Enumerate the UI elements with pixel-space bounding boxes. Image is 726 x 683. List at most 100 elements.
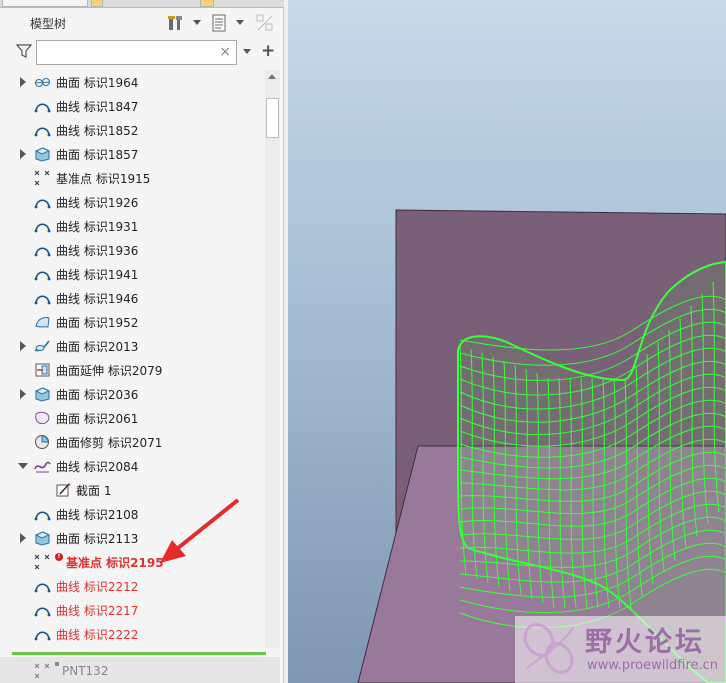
tab-model-tree[interactable] [2,0,88,7]
sketch-curve-icon [34,461,51,473]
datum-point-icon [34,554,50,570]
extend-icon [35,363,50,377]
filter-dropdown-caret-icon[interactable] [243,49,251,54]
tree-item[interactable]: ! 基准点 标识2195 [0,550,266,574]
tree-scrollbar[interactable] [265,70,280,648]
scroll-up-icon[interactable] [268,74,276,79]
solid-surface-icon [34,147,51,162]
search-input[interactable] [41,44,211,62]
expand-arrow-icon[interactable] [20,149,26,159]
scroll-thumb[interactable] [266,98,279,138]
search-box: × [36,40,237,65]
tree-item-label: 曲面修剪 标识2071 [56,436,163,450]
tree-item-label: 曲线 标识1852 [56,124,139,138]
tree-item-label: PNT132 [62,664,109,678]
add-icon[interactable]: + [261,41,275,61]
panel-title: 模型树 [30,17,67,31]
tree-item-label: 曲线 标识1946 [56,292,139,306]
solid-surface-icon [34,531,51,546]
filter-icon[interactable] [16,43,32,59]
disabled-filter-icon [256,14,273,31]
expand-arrow-icon[interactable] [20,341,26,351]
tree-item[interactable]: 曲线 标识1946 [0,286,266,310]
fill-surface-icon [35,411,50,425]
curve-icon [34,127,51,137]
tree-item[interactable]: 曲线 标识1852 [0,118,266,142]
tree-item[interactable]: 曲线 标识2217 [0,598,266,622]
tree-item[interactable]: 曲线 标识1936 [0,238,266,262]
tree-item[interactable]: 曲线 标识2222 [0,622,266,646]
tree-item-label: 曲线 标识2217 [56,604,139,618]
tree-item[interactable]: 曲线 标识2084 [0,454,266,478]
tree-item[interactable]: 曲线 标识2212 [0,574,266,598]
tree-item[interactable]: 曲线 标识1847 [0,94,266,118]
tree-item-label: 曲线 标识1926 [56,196,139,210]
error-status-icon: ! [55,553,63,561]
tree-item[interactable]: 曲线 标识2108 [0,502,266,526]
swept-surface-icon [34,340,50,352]
tab-folder[interactable] [91,0,103,7]
insert-here-indicator[interactable] [12,652,266,655]
datum-point-icon [34,663,50,679]
tree-item-label: 曲线 标识2212 [56,580,139,594]
tree-item[interactable]: 曲线 标识1931 [0,214,266,238]
tree-item-label: 曲线 标识1941 [56,268,139,282]
settings-tools-icon[interactable] [167,14,185,32]
curve-icon [34,607,51,617]
curve-icon [34,295,51,305]
tree-item[interactable]: 曲面 标识2013 [0,334,266,358]
curve-icon [34,199,51,209]
tree-item-label: 曲面延伸 标识2079 [56,364,163,378]
tree-item-label: 曲线 标识2108 [56,508,139,522]
tree-item[interactable]: 曲面 标识2113 [0,526,266,550]
curve-icon [34,103,51,113]
watermark-logo-icon [523,623,574,674]
model-tree-panel: 模型树 × + 曲面 标识1964 曲线 标识1847 曲线 标识1852 曲面… [0,0,284,683]
collapse-arrow-icon[interactable] [18,463,28,469]
settings-dropdown-caret-icon[interactable] [193,20,201,25]
tree-item[interactable]: 曲线 标识1941 [0,262,266,286]
tree-item[interactable]: 曲面 标识1964 [0,70,266,94]
panel-tab-strip [0,0,284,8]
tree-item[interactable]: 曲面 标识1857 [0,142,266,166]
tree-item-label: 曲线 标识2084 [56,460,139,474]
boundary-surface-icon [35,317,50,328]
show-dropdown-caret-icon[interactable] [236,20,244,25]
tree-item[interactable]: 曲面 标识1952 [0,310,266,334]
tree-item-label: 曲线 标识1936 [56,244,139,258]
pnt-marker-icon [55,662,59,666]
tree-item-label: 截面 1 [76,484,112,498]
watermark-url: www.proewildfire.cn [587,658,718,673]
forum-watermark: 野火论坛 www.proewildfire.cn [515,616,726,683]
tree-item[interactable]: 曲面 标识2061 [0,406,266,430]
curve-icon [34,583,51,593]
tree-item[interactable]: 曲面修剪 标识2071 [0,430,266,454]
tree-item-label: 基准点 标识2195 [66,556,164,570]
tree-item-label: 曲线 标识1931 [56,220,139,234]
tab-favorites[interactable] [200,0,214,7]
expand-arrow-icon[interactable] [20,533,26,543]
tree-item-label: 曲面 标识2113 [56,532,139,546]
model-tree: 曲面 标识1964 曲线 标识1847 曲线 标识1852 曲面 标识1857 基准点 … [0,70,266,648]
expand-arrow-icon[interactable] [20,77,26,87]
tree-item-label: 曲面 标识1952 [56,316,139,330]
section-sketch-icon [56,483,71,497]
curve-icon [34,511,51,521]
blend-surface-icon [34,78,51,87]
tree-item[interactable]: 截面 1 [0,478,266,502]
tree-item[interactable]: 曲线 标识1926 [0,190,266,214]
tree-item-label: 曲线 标识2222 [56,628,139,642]
clear-search-icon[interactable]: × [219,44,231,61]
expand-arrow-icon[interactable] [20,389,26,399]
graphics-viewport[interactable] [288,0,726,683]
tree-item-label: 曲面 标识2061 [56,412,139,426]
curve-icon [34,271,51,281]
tree-item[interactable]: 基准点 标识1915 [0,166,266,190]
show-list-icon[interactable] [210,14,228,32]
watermark-title: 野火论坛 [585,627,705,658]
tree-item[interactable]: 曲面 标识2036 [0,382,266,406]
tree-item-insert-pnt132[interactable]: PNT132 [0,657,280,683]
filter-row: × + [0,38,284,66]
tree-item[interactable]: 曲面延伸 标识2079 [0,358,266,382]
tree-item-label: 曲线 标识1847 [56,100,139,114]
